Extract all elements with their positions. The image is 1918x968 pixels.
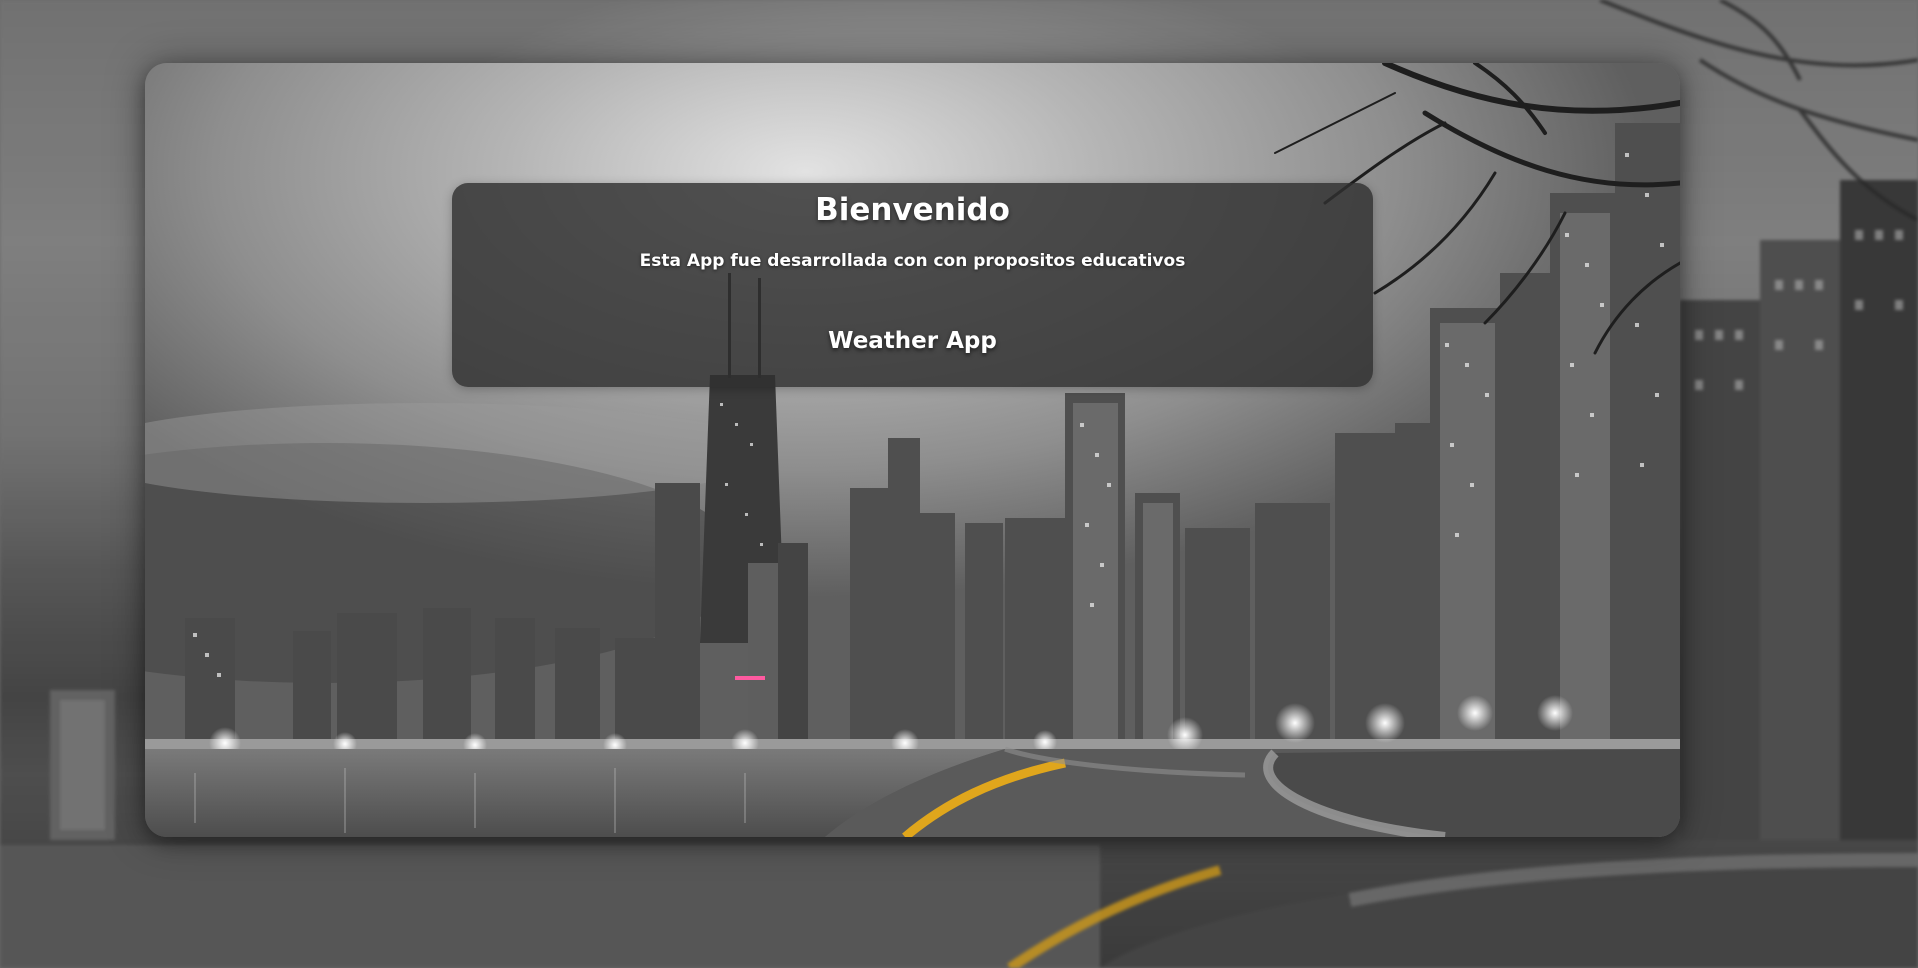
main-card xyxy=(145,63,1680,837)
welcome-panel: Bienvenido Esta App fue desarrollada con… xyxy=(452,183,1373,387)
welcome-description: Esta App fue desarrollada con con propos… xyxy=(639,251,1186,271)
city-skyline-image xyxy=(145,63,1680,837)
welcome-title: Bienvenido xyxy=(815,192,1010,228)
app-name: Weather App xyxy=(828,328,997,354)
